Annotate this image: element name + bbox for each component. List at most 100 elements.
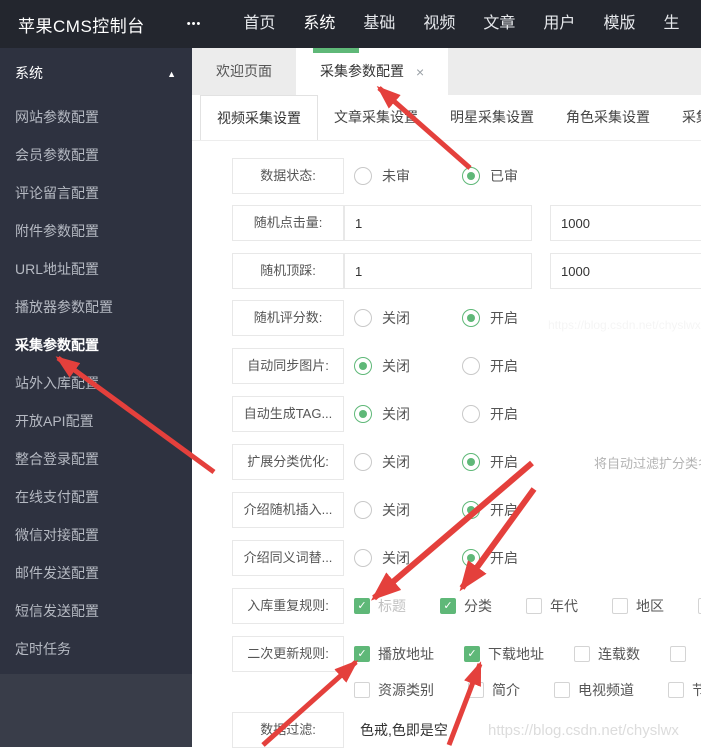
radio-icon: [354, 453, 372, 471]
radio-off[interactable]: 关闭: [354, 356, 462, 376]
subtab-role-collect[interactable]: 角色采集设置: [550, 95, 666, 140]
field-label: 介绍同义词替...: [232, 540, 344, 576]
field-label: 入库重复规则:: [232, 588, 344, 624]
subtab-video-collect[interactable]: 视频采集设置: [200, 95, 318, 140]
nav-item-article[interactable]: 文章: [469, 0, 529, 48]
checkbox-icon: [554, 682, 570, 698]
radio-icon: [354, 357, 372, 375]
sidebar-item-site-params[interactable]: 网站参数配置: [0, 98, 192, 136]
checkbox-label: 下载地址: [488, 646, 544, 662]
field-label: 随机点击量:: [232, 205, 344, 241]
radio-unaudited[interactable]: 未审: [354, 166, 462, 186]
sidebar-item-offsite-storage[interactable]: 站外入库配置: [0, 364, 192, 402]
radio-off[interactable]: 关闭: [354, 500, 462, 520]
checkbox-label: 分类: [464, 598, 492, 614]
radio-on[interactable]: 开启: [462, 452, 570, 472]
sidebar-item-attachment-params[interactable]: 附件参数配置: [0, 212, 192, 250]
radio-icon: [462, 501, 480, 519]
sidebar-item-online-payment[interactable]: 在线支付配置: [0, 478, 192, 516]
checkbox-resource-type[interactable]: 资源类别: [354, 680, 434, 700]
sidebar-item-player-params[interactable]: 播放器参数配置: [0, 288, 192, 326]
form-row-auto-sync-images: 自动同步图片: 关闭 开启: [232, 348, 570, 384]
sidebar-group-label: 系统: [15, 65, 43, 81]
nav-item-system[interactable]: 系统: [289, 0, 349, 48]
radio-label: 关闭: [382, 310, 410, 326]
radio-label: 关闭: [382, 358, 410, 374]
radio-label: 关闭: [382, 550, 410, 566]
checkbox-category[interactable]: ✓ 分类: [440, 596, 492, 616]
sidebar-item-sms-config[interactable]: 短信发送配置: [0, 592, 192, 630]
sidebar-item-collect-params[interactable]: 采集参数配置: [0, 326, 192, 364]
checkbox-icon: [354, 682, 370, 698]
nav-item-template[interactable]: 模版: [589, 0, 649, 48]
form-row-intro-random-insert: 介绍随机插入... 关闭 开启: [232, 492, 570, 528]
nav-item-user[interactable]: 用户: [529, 0, 589, 48]
subtab-article-collect[interactable]: 文章采集设置: [318, 95, 434, 140]
subtab-collect-more[interactable]: 采集: [666, 95, 701, 140]
random-votes-max-input[interactable]: [550, 253, 701, 289]
checkbox-area[interactable]: 地区: [612, 596, 664, 616]
radio-label: 未审: [382, 168, 410, 184]
app-title: 苹果CMS控制台: [18, 16, 145, 36]
random-clicks-min-input[interactable]: [344, 205, 532, 241]
field-label: 介绍随机插入...: [232, 492, 344, 528]
radio-label: 关闭: [382, 454, 410, 470]
radio-on[interactable]: 开启: [462, 500, 570, 520]
nav-item-home[interactable]: 首页: [229, 0, 289, 48]
radio-audited[interactable]: 已审: [462, 166, 570, 186]
checkbox-label: 年代: [550, 598, 578, 614]
tab-welcome[interactable]: 欢迎页面: [192, 48, 296, 95]
sidebar-item-wechat-config[interactable]: 微信对接配置: [0, 516, 192, 554]
sidebar-group-header[interactable]: 系统 ▲: [0, 48, 192, 98]
checkbox-label: 电视频道: [578, 682, 634, 698]
checkbox-program[interactable]: 节: [668, 680, 701, 700]
checkbox-icon: ✓: [440, 598, 456, 614]
checkbox-serial-count[interactable]: 连载数: [574, 644, 640, 664]
checkbox-title[interactable]: ✓ 标题: [354, 596, 406, 616]
radio-off[interactable]: 关闭: [354, 308, 462, 328]
form-row-extended-category-opt: 扩展分类优化: 关闭 开启 将自动过滤扩分类名称里的: [232, 444, 701, 480]
close-icon[interactable]: ×: [416, 65, 424, 79]
radio-icon: [354, 549, 372, 567]
nav-item-basic[interactable]: 基础: [349, 0, 409, 48]
subtab-star-collect[interactable]: 明星采集设置: [434, 95, 550, 140]
random-votes-min-input[interactable]: [344, 253, 532, 289]
radio-off[interactable]: 关闭: [354, 548, 462, 568]
checkbox-download-url[interactable]: ✓ 下载地址: [464, 644, 544, 664]
sidebar-item-open-api[interactable]: 开放API配置: [0, 402, 192, 440]
tab-collect-config[interactable]: 采集参数配置 ×: [296, 48, 449, 95]
nav-item-generate[interactable]: 生: [649, 0, 693, 48]
form-row-data-status: 数据状态: 未审 已审: [232, 158, 570, 194]
checkbox-cutoff[interactable]: [670, 646, 686, 662]
sidebar-item-integrated-login[interactable]: 整合登录配置: [0, 440, 192, 478]
checkbox-icon: [526, 598, 542, 614]
checkbox-play-url[interactable]: ✓ 播放地址: [354, 644, 434, 664]
radio-icon: [462, 549, 480, 567]
field-label: 二次更新规则:: [232, 636, 344, 672]
random-clicks-max-input[interactable]: [550, 205, 701, 241]
sidebar-item-comment-config[interactable]: 评论留言配置: [0, 174, 192, 212]
checkbox-synopsis[interactable]: 简介: [468, 680, 520, 700]
checkbox-year[interactable]: 年代: [526, 596, 578, 616]
more-menu-icon[interactable]: •••: [187, 18, 202, 30]
checkbox-icon: ✓: [354, 646, 370, 662]
sidebar-item-member-params[interactable]: 会员参数配置: [0, 136, 192, 174]
checkbox-tv-channel[interactable]: 电视频道: [554, 680, 634, 700]
radio-on[interactable]: 开启: [462, 404, 570, 424]
radio-on[interactable]: 开启: [462, 356, 570, 376]
sidebar-item-email-config[interactable]: 邮件发送配置: [0, 554, 192, 592]
radio-label: 已审: [490, 168, 518, 184]
nav-item-video[interactable]: 视频: [409, 0, 469, 48]
radio-label: 关闭: [382, 502, 410, 518]
radio-icon: [462, 309, 480, 327]
radio-off[interactable]: 关闭: [354, 452, 462, 472]
radio-on[interactable]: 开启: [462, 548, 570, 568]
sidebar-item-url-config[interactable]: URL地址配置: [0, 250, 192, 288]
checkbox-label: 连载数: [598, 646, 640, 662]
radio-off[interactable]: 关闭: [354, 404, 462, 424]
collect-settings-subtabs: 视频采集设置 文章采集设置 明星采集设置 角色采集设置 采集: [192, 95, 701, 141]
field-hint: 将自动过滤扩分类名称里的: [594, 455, 701, 471]
form-row-storage-duplicate-rule: 入库重复规则: ✓ 标题 ✓ 分类 年代 地区: [232, 588, 701, 624]
field-label: 扩展分类优化:: [232, 444, 344, 480]
sidebar-item-scheduled-tasks[interactable]: 定时任务: [0, 630, 192, 668]
